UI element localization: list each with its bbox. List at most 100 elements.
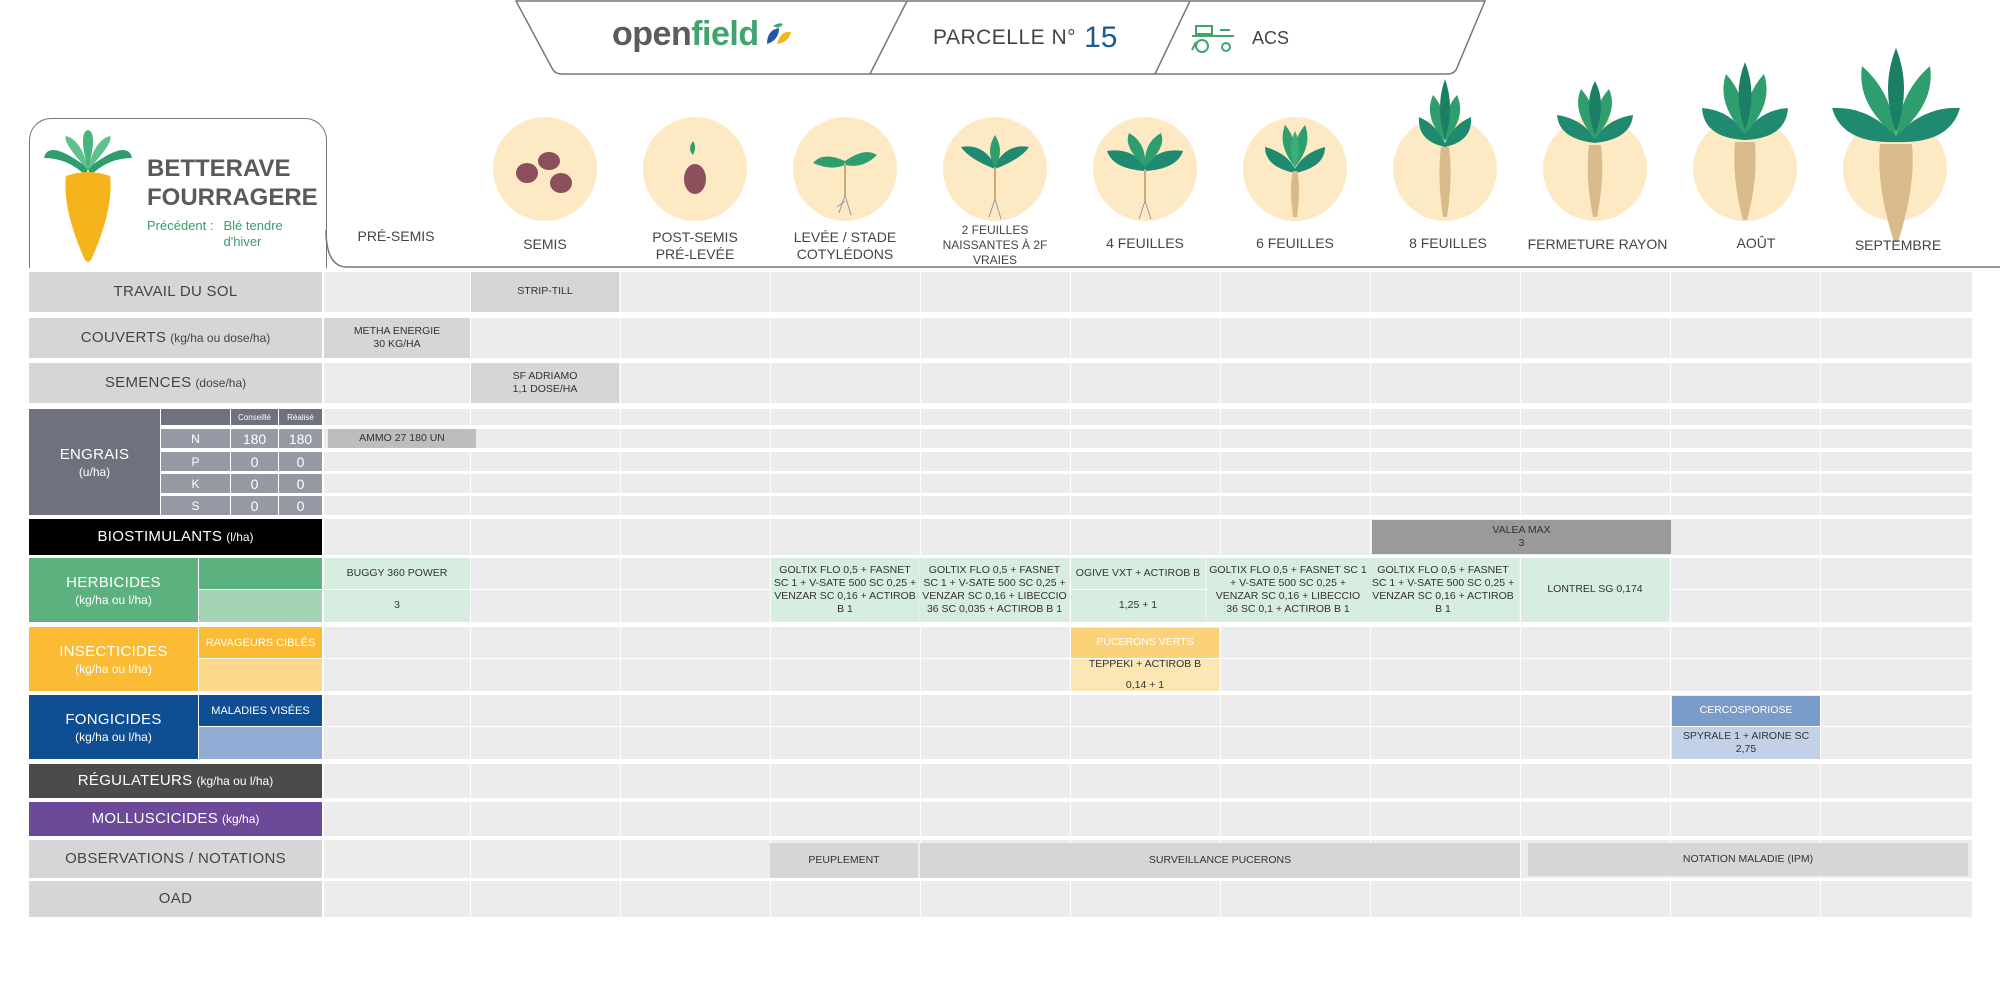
engrais-label: ENGRAIS bbox=[59, 446, 130, 464]
nutrient-s-conseille: 0 bbox=[250, 497, 259, 514]
engrais-col-realise-label: Réalisé bbox=[287, 412, 314, 422]
entry-valea: VALEA MAX 3 bbox=[1372, 520, 1671, 554]
entry-herb-4f-product: OGIVE VXT + ACTIROB B bbox=[1071, 558, 1205, 589]
stage-label-4-feuilles: 4 FEUILLES bbox=[1106, 235, 1184, 252]
nutrient-name-s: S bbox=[191, 498, 200, 513]
nutrient-name: S bbox=[161, 496, 230, 515]
row-engrais-bg bbox=[324, 409, 1972, 425]
engrais-header-spacer bbox=[161, 409, 230, 425]
entry-couvert: METHA ENERGIE 30 KG/HA bbox=[324, 318, 470, 358]
herbicides-unit: (kg/ha ou l/ha) bbox=[75, 592, 152, 607]
row-label-herbicides: HERBICIDES (kg/ha ou l/ha) bbox=[29, 558, 198, 622]
row-molluscicides-bg bbox=[324, 802, 1972, 836]
seeds-icon bbox=[516, 152, 572, 193]
obs-maladie-text: NOTATION MALADIE (IPM) bbox=[1682, 852, 1814, 865]
row-label-fongicides: FONGICIDES (kg/ha ou l/ha) bbox=[29, 695, 198, 759]
entry-obs-maladie: NOTATION MALADIE (IPM) bbox=[1528, 843, 1968, 876]
august-plant-icon bbox=[1702, 62, 1788, 220]
nutrient-p-conseille: 0 bbox=[250, 453, 259, 470]
entry-fong-product: SPYRALE 1 + AIRONE SC 2,75 bbox=[1672, 727, 1820, 759]
nutrient-p-realise: 0 bbox=[296, 453, 305, 470]
row-oad-bg bbox=[324, 881, 1972, 917]
obs-peuplement-text: PEUPLEMENT bbox=[808, 853, 880, 866]
row-label-semences: SEMENCES (dose/ha) bbox=[29, 363, 322, 403]
row-biostim-bg bbox=[324, 519, 1972, 555]
stage-label-levee: LEVÉE / STADE COTYLÉDONS bbox=[793, 228, 897, 263]
stage-label-pre-semis: PRÉ-SEMIS bbox=[357, 228, 435, 245]
brand-open: open bbox=[612, 14, 692, 53]
insecticides-unit: (kg/ha ou l/ha) bbox=[75, 661, 152, 676]
fongicides-target-label: MALADIES VISÉES bbox=[211, 704, 310, 717]
entry-obs-pucerons: SURVEILLANCE PUCERONS bbox=[920, 843, 1520, 878]
nutrient-name-p: P bbox=[191, 454, 200, 469]
stage-label-8-feuilles: 8 FEUILLES bbox=[1409, 235, 1487, 252]
engrais-col-conseille: Conseillé bbox=[231, 409, 278, 425]
row-label-travail: TRAVAIL DU SOL bbox=[29, 272, 322, 312]
nutrient-n-conseille: 180 bbox=[242, 430, 267, 447]
beet-icon bbox=[44, 130, 132, 262]
entry-buggy-dose: 3 bbox=[324, 590, 470, 622]
semence-line1: SF ADRIAMO bbox=[512, 369, 578, 382]
brand-field: field bbox=[691, 14, 759, 53]
herb-4f-product-text: OGIVE VXT + ACTIROB B bbox=[1075, 566, 1201, 579]
nutrient-name: P bbox=[161, 452, 230, 471]
stage-label-aout: AOÛT bbox=[1736, 235, 1776, 252]
herbicides-sub-bottom bbox=[199, 590, 322, 622]
eight-leaves-icon bbox=[1418, 79, 1472, 217]
buggy-product-text: BUGGY 360 POWER bbox=[346, 566, 448, 579]
entry-insect-target: PUCERONS VERTS bbox=[1071, 628, 1219, 658]
herb-2f-text: GOLTIX FLO 0,5 + FASNET SC 1 + V-SATE 50… bbox=[922, 563, 1067, 616]
insecticides-sub-top: RAVAGEURS CIBLÉS bbox=[199, 627, 322, 658]
column-separator bbox=[1670, 272, 1671, 918]
stage-label-2-feuilles: 2 FEUILLES NAISSANTES À 2F VRAIES bbox=[942, 222, 1048, 267]
nutrient-realise: 180 bbox=[279, 429, 322, 448]
herb-8f-text: GOLTIX FLO 0,5 + FASNET SC 1 + V-SATE 50… bbox=[1371, 563, 1515, 616]
system-label: ACS bbox=[1252, 27, 1290, 48]
row-engrais-bg bbox=[324, 452, 1972, 471]
precedent-label: Précédent : bbox=[147, 218, 214, 233]
nutrient-realise: 0 bbox=[279, 496, 322, 515]
row-regulateurs-bg bbox=[324, 764, 1972, 798]
precedent: Précédent : Blé tendre d'hiver bbox=[147, 218, 299, 251]
parcel-title: PARCELLE N° 15 bbox=[933, 18, 1117, 58]
molluscicides-label: MOLLUSCICIDES bbox=[91, 810, 219, 828]
fong-product-text: SPYRALE 1 + AIRONE SC 2,75 bbox=[1682, 729, 1810, 755]
nutrient-conseille: 180 bbox=[231, 429, 278, 448]
strip-till-text: STRIP-TILL bbox=[517, 285, 573, 298]
entry-herb-6f: GOLTIX FLO 0,5 + FASNET SC 1 + V-SATE 50… bbox=[1207, 558, 1369, 622]
fongicides-sub-top: MALADIES VISÉES bbox=[199, 695, 322, 726]
herb-fermeture-text: LONTREL SG 0,174 bbox=[1547, 583, 1643, 596]
parcel-label: PARCELLE N° bbox=[933, 26, 1077, 49]
precedent-value: Blé tendre d'hiver bbox=[223, 218, 283, 250]
valea-line1: VALEA MAX bbox=[1492, 523, 1551, 536]
entry-herb-levee: GOLTIX FLO 0,5 + FASNET SC 1 + V-SATE 50… bbox=[771, 558, 919, 622]
engrais-unit: (u/ha) bbox=[78, 464, 111, 479]
stage-label-post-semis: POST-SEMIS PRÉ-LEVÉE bbox=[652, 228, 738, 263]
couvert-line1: METHA ENERGIE bbox=[353, 324, 441, 337]
parcel-number: 15 bbox=[1084, 21, 1118, 54]
stage-label-6-feuilles: 6 FEUILLES bbox=[1256, 235, 1334, 252]
stage-label-septembre: SEPTEMBRE bbox=[1854, 237, 1942, 254]
entry-buggy-product: BUGGY 360 POWER bbox=[324, 558, 470, 589]
closing-row-plant-icon bbox=[1557, 81, 1633, 217]
entry-herb-4f-dose: 1,25 + 1 bbox=[1071, 590, 1205, 622]
row-label-engrais: ENGRAIS (u/ha) bbox=[29, 409, 160, 515]
row-couverts-bg bbox=[324, 318, 1972, 358]
valea-line2: 3 bbox=[1518, 537, 1525, 549]
nutrient-name-n: N bbox=[191, 431, 200, 446]
row-label-couverts: COUVERTS (kg/ha ou dose/ha) bbox=[29, 318, 322, 358]
nutrient-s-realise: 0 bbox=[296, 497, 305, 514]
entry-herb-8f: GOLTIX FLO 0,5 + FASNET SC 1 + V-SATE 50… bbox=[1367, 558, 1519, 622]
nutrient-n-realise: 180 bbox=[288, 430, 313, 447]
fongicides-sub-bottom bbox=[199, 727, 322, 759]
row-engrais-bg bbox=[324, 496, 1972, 515]
semences-unit: (dose/ha) bbox=[195, 376, 247, 390]
six-leaves-icon bbox=[1265, 125, 1325, 217]
system-block: ACS bbox=[1190, 18, 1289, 58]
entry-insect-product: TEPPEKI + ACTIROB B 0,14 + 1 bbox=[1071, 658, 1219, 691]
molluscicides-unit: (kg/ha) bbox=[222, 812, 260, 826]
stage-label-fermeture: FERMETURE RAYON bbox=[1527, 236, 1668, 253]
herb-6f-text: GOLTIX FLO 0,5 + FASNET SC 1 + V-SATE 50… bbox=[1209, 563, 1367, 616]
observations-label: OBSERVATIONS / NOTATIONS bbox=[65, 850, 286, 868]
brand-logo: open field bbox=[612, 14, 793, 54]
